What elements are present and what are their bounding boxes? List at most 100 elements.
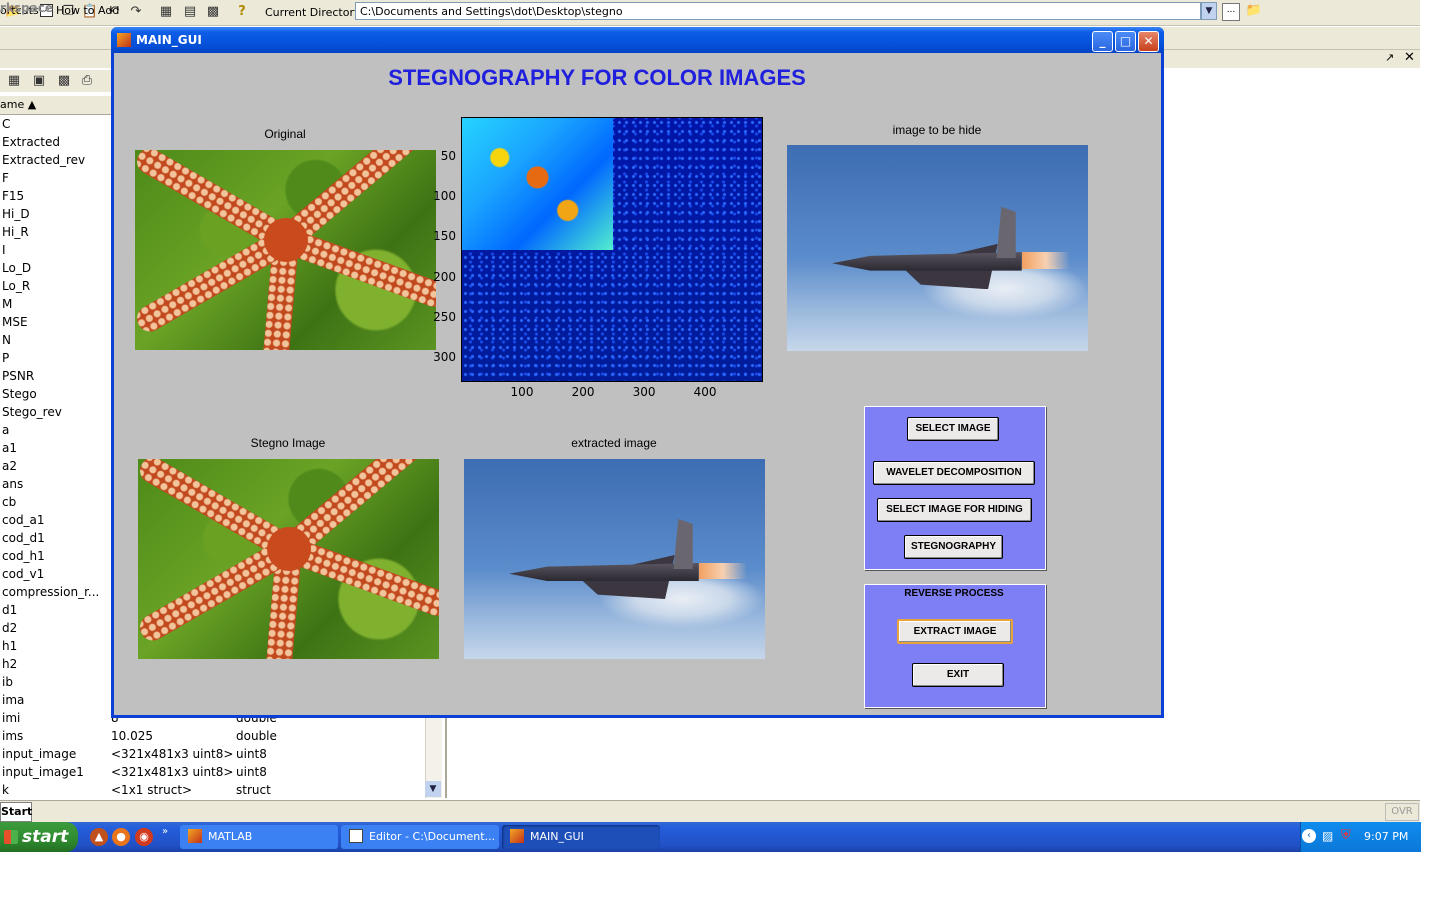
x-tick-label: 200 <box>571 385 595 399</box>
window-title: MAIN_GUI <box>136 33 202 47</box>
variable-name: input_image <box>2 747 77 761</box>
current-directory-input[interactable]: C:\Documents and Settings\dot\Desktop\st… <box>355 2 1201 20</box>
maximize-icon[interactable]: □ <box>1115 31 1136 52</box>
variable-name: F15 <box>2 189 25 203</box>
clock: 9:07 PM <box>1364 830 1409 843</box>
variable-name: Lo_D <box>2 261 32 275</box>
new-variable-icon[interactable]: ▦ <box>5 72 23 90</box>
firefox-icon[interactable]: ● <box>112 828 130 846</box>
task-matlab[interactable]: MATLAB <box>180 825 338 849</box>
variable-class: uint8 <box>236 747 267 761</box>
x-tick-label: 400 <box>693 385 717 399</box>
wavelet-decomposition-button[interactable]: WAVELET DECOMPOSITION <box>873 461 1035 485</box>
variable-name: k <box>2 783 9 797</box>
variable-name: ima <box>2 693 25 707</box>
y-tick-label: 50 <box>440 149 456 164</box>
y-tick-label: 300 <box>433 349 456 364</box>
extracted-image <box>464 459 765 659</box>
variable-name: I <box>2 243 6 257</box>
workspace-title-bar <box>0 50 120 68</box>
quicklaunch-more-icon[interactable]: » <box>162 826 168 837</box>
original-image <box>135 150 436 350</box>
windows-logo-icon <box>4 830 18 844</box>
extracted-image-caption: extracted image <box>571 436 657 450</box>
stegno-image <box>138 459 439 659</box>
how-to-add-link[interactable]: How to Add <box>56 4 119 17</box>
task-editor[interactable]: Editor - C:\Document... <box>341 825 499 849</box>
variable-name: h2 <box>2 657 18 671</box>
network-icon[interactable]: ▨ <box>1322 829 1333 843</box>
simulink-icon[interactable]: ▦ <box>157 3 175 21</box>
extract-image-button[interactable]: EXTRACT IMAGE <box>897 619 1013 644</box>
task-label: Editor - C:\Document... <box>369 830 496 843</box>
reverse-process-title: REVERSE PROCESS <box>904 588 1004 599</box>
variable-name: cod_h1 <box>2 549 45 563</box>
image-to-hide <box>787 145 1088 351</box>
undock-icon[interactable]: ↗ <box>1385 51 1394 64</box>
name-column-header[interactable]: ame ▲ <box>0 98 36 111</box>
select-image-for-hiding-button[interactable]: SELECT IMAGE FOR HIDING <box>877 498 1032 522</box>
wavelet-decomposition-plot <box>461 117 763 382</box>
variable-name: P <box>2 351 10 365</box>
ovr-indicator: OVR <box>1385 803 1419 821</box>
browse-folder-button[interactable]: ... <box>1222 3 1240 21</box>
x-tick-label: 100 <box>510 385 534 399</box>
matlab-start-button[interactable]: Start <box>0 802 32 822</box>
profiler-icon[interactable]: ▩ <box>204 3 222 21</box>
stegnography-button[interactable]: STEGNOGRAPHY <box>904 535 1003 559</box>
variable-class: struct <box>236 783 271 797</box>
close-icon[interactable]: ✕ <box>1404 50 1415 65</box>
variable-name: a <box>2 423 10 437</box>
select-image-button[interactable]: SELECT IMAGE <box>907 417 999 441</box>
status-bar <box>0 800 1420 823</box>
security-shield-icon[interactable]: ⛨ <box>1341 828 1351 843</box>
guide-icon[interactable]: ▤ <box>181 3 199 21</box>
workspace-variable-row[interactable]: input_image1 <321x481x3 uint8> uint8 <box>0 763 425 781</box>
variable-name: d1 <box>2 603 18 617</box>
print-icon[interactable]: ⎙ <box>78 72 96 90</box>
help-icon[interactable]: ? <box>233 3 251 21</box>
editor-icon <box>349 829 363 843</box>
chevron-down-icon[interactable]: ▼ <box>1201 2 1217 20</box>
variable-value: 10.025 <box>111 729 153 743</box>
minimize-icon[interactable]: _ <box>1092 31 1113 52</box>
workspace-variable-row[interactable]: k <1x1 struct> struct <box>0 781 425 799</box>
variable-name: cod_a1 <box>2 513 45 527</box>
import-data-icon[interactable]: ▣ <box>30 72 48 90</box>
task-main-gui[interactable]: MAIN_GUI <box>502 825 660 849</box>
variable-name: Extracted <box>2 135 60 149</box>
workspace-variable-row[interactable]: ims 10.025 double <box>0 727 425 745</box>
main-gui-titlebar[interactable] <box>111 27 1164 53</box>
exit-button[interactable]: EXIT <box>912 663 1004 687</box>
variable-name: Lo_R <box>2 279 31 293</box>
variable-name: a2 <box>2 459 17 473</box>
y-tick-label: 200 <box>433 269 456 284</box>
scroll-down-icon[interactable]: ▼ <box>425 781 441 797</box>
matlab-icon <box>510 829 524 843</box>
variable-name: MSE <box>2 315 28 329</box>
workspace-variable-row[interactable]: input_image <321x481x3 uint8> uint8 <box>0 745 425 763</box>
browser-icon[interactable]: ◉ <box>135 828 153 846</box>
variable-value: <321x481x3 uint8> <box>111 747 234 761</box>
original-caption: Original <box>264 127 306 141</box>
variable-class: double <box>236 729 277 743</box>
variable-name: d2 <box>2 621 18 635</box>
reverse-process-panel <box>864 584 1046 708</box>
variable-name: h1 <box>2 639 18 653</box>
chevron-left-icon[interactable]: ‹ <box>1302 829 1316 843</box>
current-directory-label: Current Directory: <box>265 6 364 19</box>
matlab-quicklaunch-icon[interactable]: ▲ <box>90 828 108 846</box>
wavelet-approximation-subband <box>462 118 613 250</box>
variable-name: C <box>2 117 11 131</box>
variable-name: cod_d1 <box>2 531 45 545</box>
workspace-toolbar: ▦ ▣ ▩ ⎙ <box>0 70 120 92</box>
variable-name: F <box>2 171 9 185</box>
start-button[interactable]: start <box>0 822 78 852</box>
variable-name: N <box>2 333 11 347</box>
variable-value: <1x1 struct> <box>111 783 193 797</box>
up-folder-icon[interactable]: 📁 <box>1245 3 1263 19</box>
save-icon[interactable]: ▩ <box>55 72 73 90</box>
start-label: start <box>22 827 69 847</box>
close-window-icon[interactable]: ✕ <box>1138 31 1159 52</box>
redo-icon[interactable]: ↷ <box>127 3 145 21</box>
